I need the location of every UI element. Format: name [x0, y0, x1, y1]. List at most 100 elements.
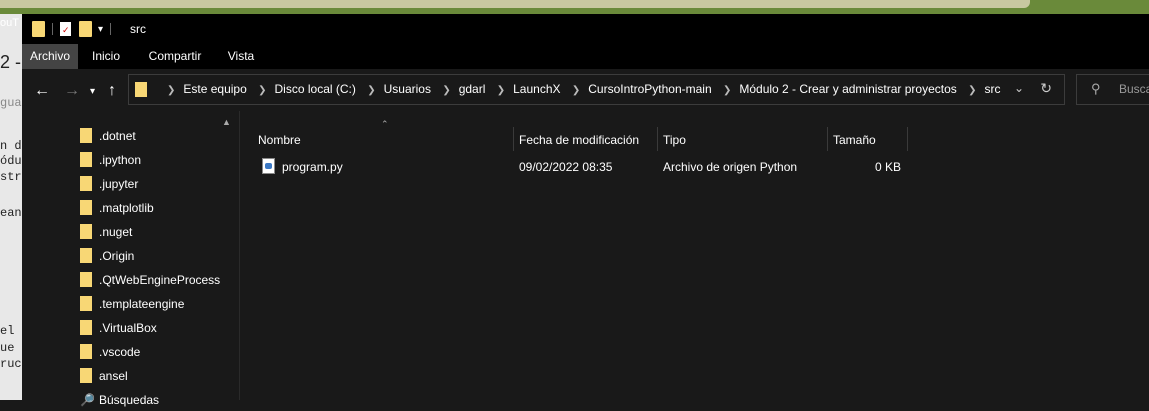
navigation-pane: ▲ .dotnet .ipython .jupyter .matplotlib …: [22, 111, 239, 407]
background-text: ruct: [0, 357, 22, 371]
nav-item-label: Búsquedas: [99, 393, 160, 407]
background-title-fragment: ouT: [0, 17, 19, 29]
column-separator[interactable]: [513, 127, 514, 151]
properties-icon[interactable]: ✓: [60, 22, 71, 36]
nav-item-label: .vscode: [99, 345, 141, 359]
background-text: ean: [0, 206, 22, 220]
customize-toolbar-icon[interactable]: ▾: [98, 24, 103, 35]
breadcrumb-item[interactable]: Disco local (C:): [275, 82, 356, 96]
chevron-right-icon[interactable]: ❯: [497, 85, 505, 96]
up-arrow-icon[interactable]: ↑: [108, 82, 116, 100]
title-bar: ✓ ▾ src: [22, 14, 1149, 44]
forward-arrow-icon[interactable]: →: [64, 82, 80, 100]
background-text: stro: [0, 170, 22, 184]
nav-item-label: .jupyter: [99, 177, 139, 191]
separator: [52, 23, 53, 35]
column-header-size[interactable]: Tamaño: [833, 128, 903, 152]
breadcrumb-item[interactable]: Módulo 2 - Crear y administrar proyectos: [739, 82, 956, 96]
ribbon-tabs: Archivo Inicio Compartir Vista: [22, 44, 1149, 69]
chevron-right-icon[interactable]: ❯: [167, 85, 175, 96]
tab-archivo[interactable]: Archivo: [22, 44, 78, 69]
nav-item-label: .Origin: [99, 249, 135, 263]
folder-icon: [135, 82, 147, 97]
background-text: n de: [0, 139, 22, 153]
chevron-right-icon[interactable]: ❯: [968, 85, 976, 96]
breadcrumb-item[interactable]: src: [985, 82, 1001, 96]
nav-item[interactable]: .templateengine: [80, 293, 184, 315]
address-dropdown-chevron-icon[interactable]: ⌄: [1014, 81, 1024, 95]
file-name: program.py: [282, 160, 343, 174]
folder-icon: [80, 151, 92, 167]
folder-icon: [80, 247, 92, 263]
separator: [110, 23, 112, 35]
python-file-icon: [262, 158, 275, 175]
nav-item-label: .VirtualBox: [99, 321, 157, 335]
column-header-type[interactable]: Tipo: [663, 128, 823, 152]
file-modified-cell: 09/02/2022 08:35: [519, 160, 613, 174]
scroll-up-icon[interactable]: ▲: [222, 117, 231, 127]
file-type-cell: Archivo de origen Python: [663, 160, 798, 174]
nav-item[interactable]: .dotnet: [80, 125, 136, 147]
recent-locations-chevron-icon[interactable]: ▾: [90, 86, 95, 97]
chevron-right-icon[interactable]: ❯: [367, 85, 375, 96]
folder-icon: [80, 199, 92, 215]
folder-icon: [80, 127, 92, 143]
folder-icon: [32, 21, 45, 37]
nav-item[interactable]: .nuget: [80, 221, 132, 243]
background-text: ue l: [0, 341, 22, 355]
breadcrumb-item[interactable]: LaunchX: [513, 82, 560, 96]
search-placeholder: Busca: [1119, 82, 1149, 96]
refresh-icon[interactable]: ↻: [1040, 80, 1052, 97]
nav-item-label: .dotnet: [99, 129, 136, 143]
nav-item-label: .ipython: [99, 153, 142, 167]
new-folder-icon[interactable]: [79, 21, 92, 37]
search-input[interactable]: ⚲ Busca: [1076, 74, 1149, 105]
address-bar[interactable]: ❯ Este equipo ❯ Disco local (C:) ❯ Usuarios…: [128, 74, 1065, 105]
tab-vista[interactable]: Vista: [222, 44, 260, 69]
chevron-right-icon[interactable]: ❯: [723, 85, 731, 96]
column-separator[interactable]: [907, 127, 908, 151]
file-name-cell: program.py: [262, 156, 343, 178]
nav-item[interactable]: .VirtualBox: [80, 317, 157, 339]
background-window-left: ouT 2 - guai n de ódul stro ean el c ue …: [0, 14, 22, 400]
folder-icon: [80, 319, 92, 335]
chevron-right-icon[interactable]: ❯: [258, 85, 266, 96]
breadcrumb: ❯ Este equipo ❯ Disco local (C:) ❯ Usuarios…: [159, 75, 1001, 104]
nav-item[interactable]: 🔎 Búsquedas: [80, 389, 159, 411]
background-text: el c: [0, 324, 22, 338]
quick-access-toolbar: ✓ ▾: [32, 21, 118, 37]
nav-item[interactable]: .ipython: [80, 149, 141, 171]
nav-item[interactable]: ansel: [80, 365, 128, 387]
file-explorer-window: ✓ ▾ src Archivo Inicio Compartir Vista ←…: [22, 14, 1149, 407]
breadcrumb-item[interactable]: Usuarios: [384, 82, 431, 96]
column-header-name[interactable]: Nombre: [258, 128, 508, 152]
folder-icon: [80, 271, 92, 287]
nav-item-label: ansel: [99, 369, 128, 383]
tab-compartir[interactable]: Compartir: [142, 44, 208, 69]
nav-item-label: .QtWebEngineProcess: [99, 273, 221, 287]
folder-icon: [80, 175, 92, 191]
breadcrumb-item[interactable]: CursoIntroPython-main: [588, 82, 711, 96]
column-separator[interactable]: [657, 127, 658, 151]
file-size-cell: 0 KB: [874, 160, 901, 174]
nav-item-label: .nuget: [99, 225, 133, 239]
background-text: guai: [0, 96, 22, 110]
nav-item[interactable]: .Origin: [80, 245, 134, 267]
tab-inicio[interactable]: Inicio: [84, 44, 128, 69]
nav-item[interactable]: .vscode: [80, 341, 140, 363]
chevron-right-icon[interactable]: ❯: [572, 85, 580, 96]
nav-item[interactable]: .jupyter: [80, 173, 138, 195]
column-header-modified[interactable]: Fecha de modificación: [519, 128, 654, 152]
back-arrow-icon[interactable]: ←: [34, 82, 50, 100]
nav-item[interactable]: .matplotlib: [80, 197, 154, 219]
search-icon: 🔎: [80, 393, 95, 407]
breadcrumb-item[interactable]: Este equipo: [183, 82, 246, 96]
chevron-right-icon[interactable]: ❯: [442, 85, 450, 96]
column-separator[interactable]: [827, 127, 828, 151]
breadcrumb-item[interactable]: gdarl: [459, 82, 486, 96]
background-text: 2 -: [0, 52, 22, 72]
background-window-top: [0, 0, 1149, 14]
address-row: ← → ▾ ↑ ❯ Este equipo ❯ Disco local (C:) ❯…: [22, 69, 1149, 111]
window-title: src: [130, 22, 146, 36]
nav-item[interactable]: .QtWebEngineProcess: [80, 269, 220, 291]
